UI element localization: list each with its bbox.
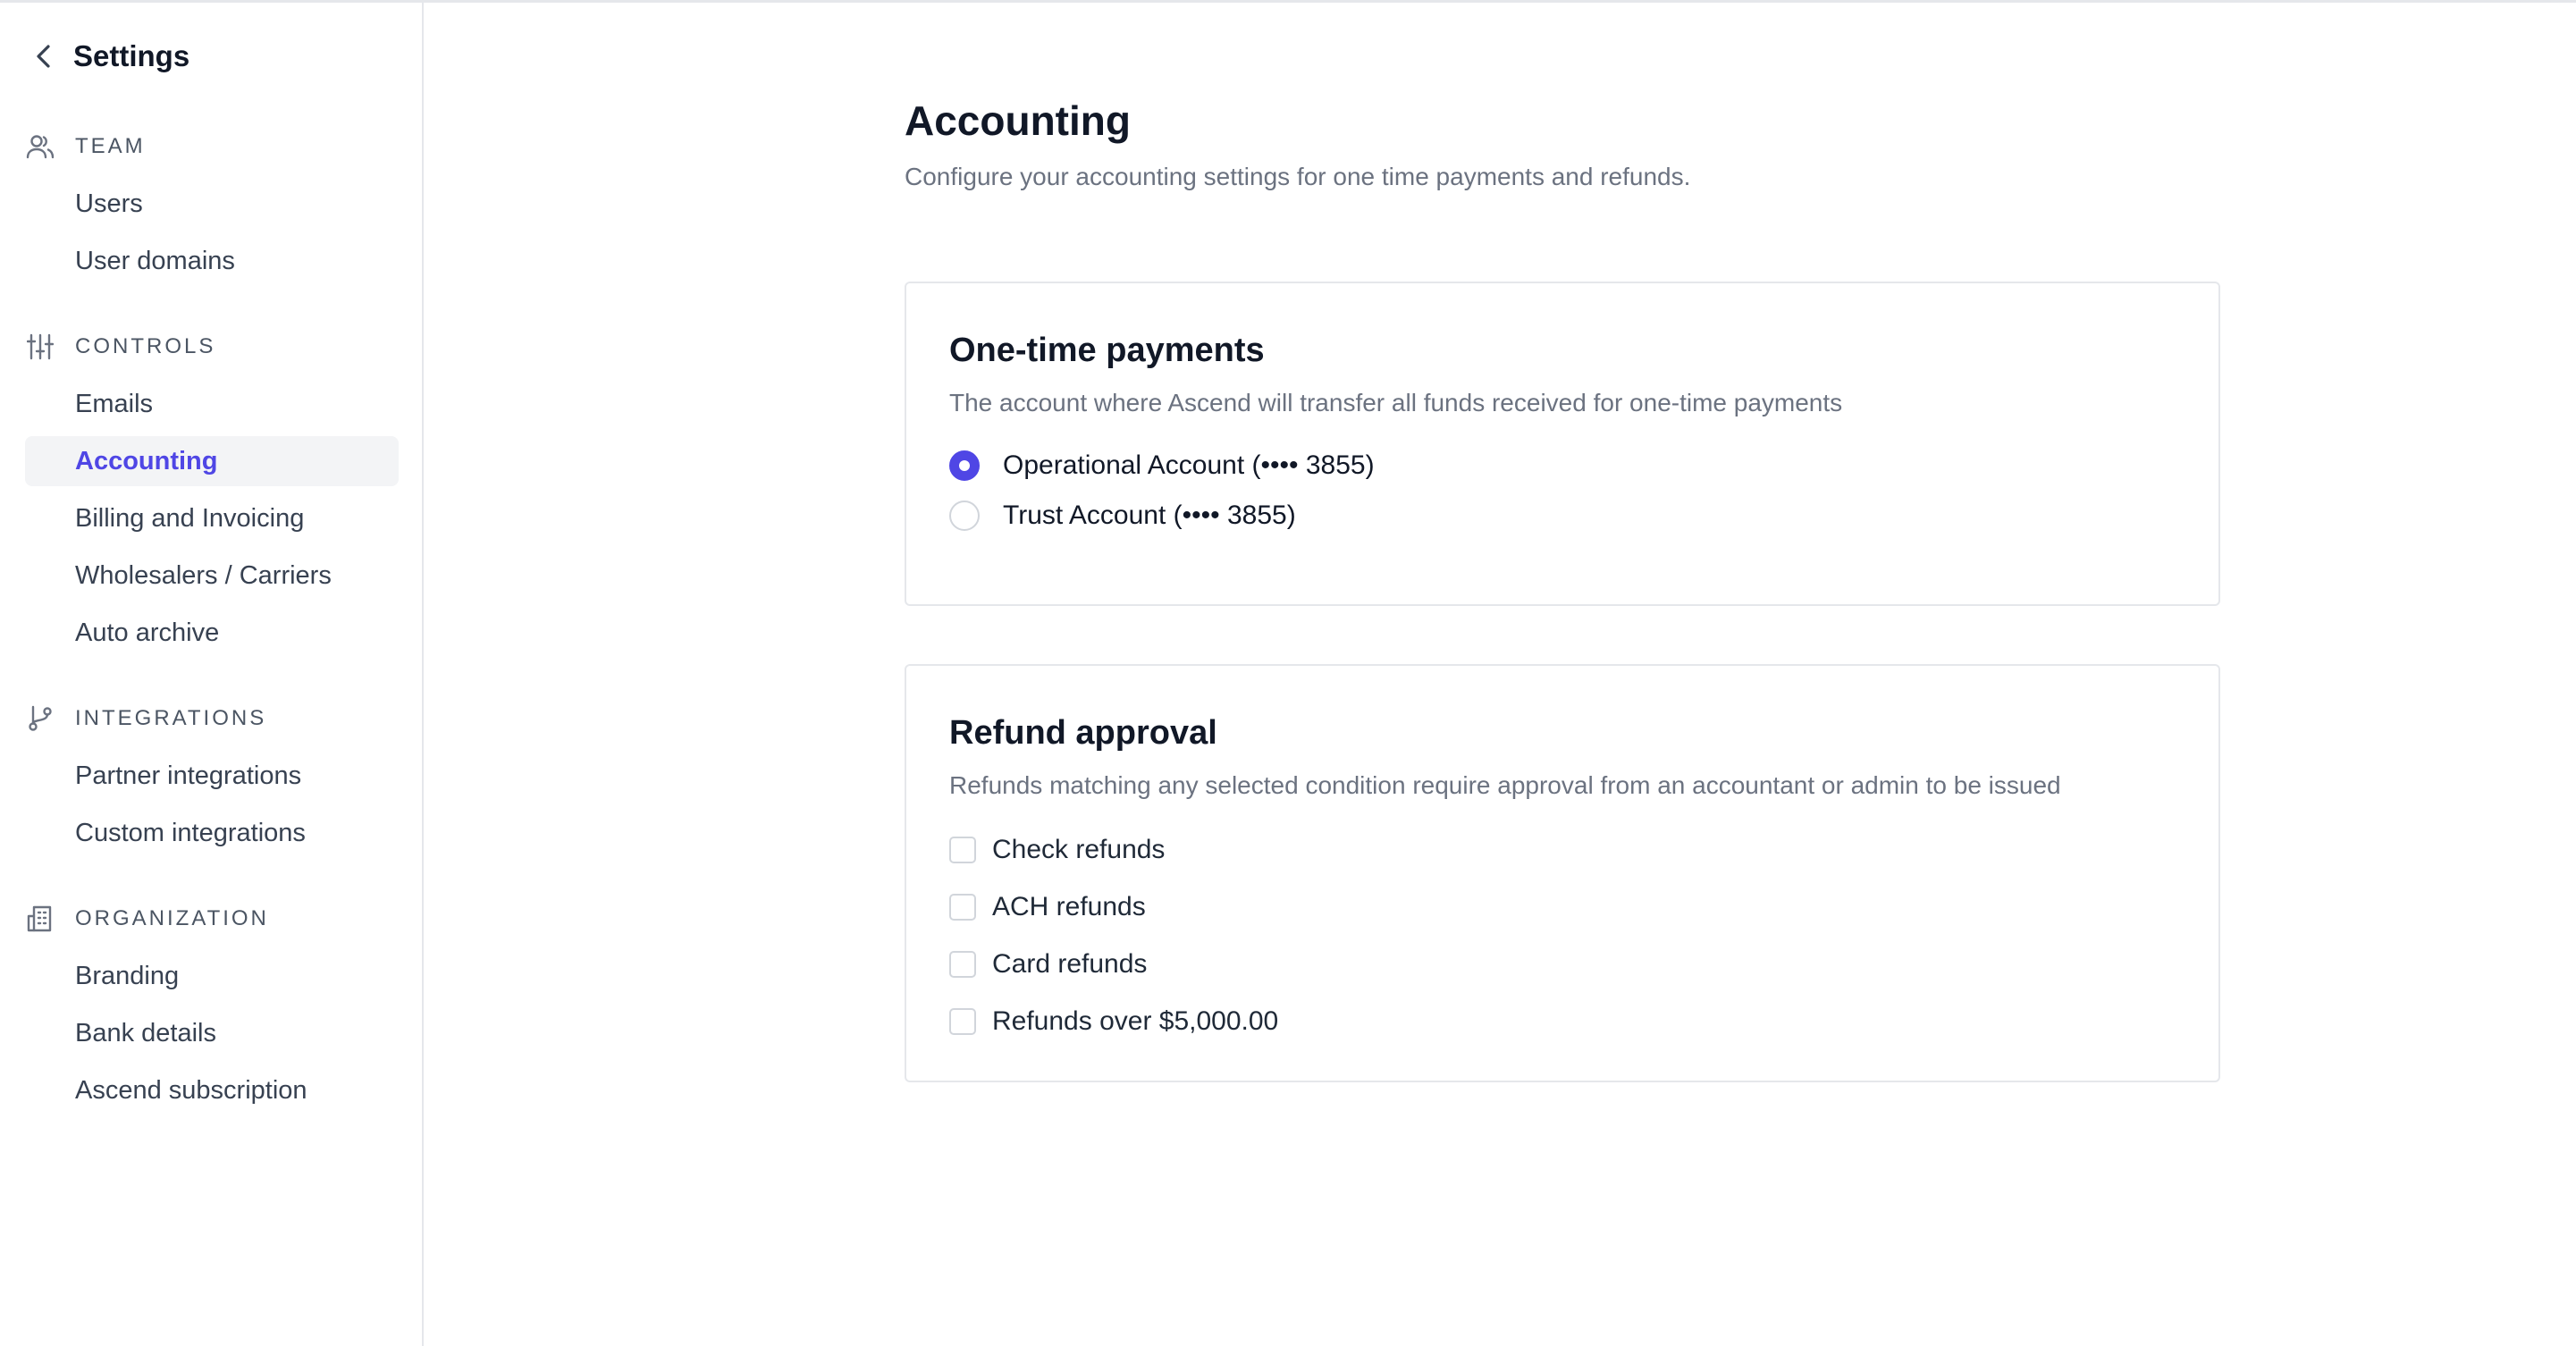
radio-label: Operational Account (•••• 3855): [1003, 450, 1375, 480]
checkbox-row-ach-refunds[interactable]: ACH refunds: [949, 892, 1146, 922]
checkbox[interactable]: [949, 951, 976, 978]
checkbox-row-refunds-over-amount[interactable]: Refunds over $5,000.00: [949, 1006, 1278, 1037]
sidebar-item-emails[interactable]: Emails: [25, 379, 399, 429]
sidebar-item-auto-archive[interactable]: Auto archive: [25, 608, 399, 658]
section-controls: CONTROLS Emails Accounting Billing and I…: [25, 329, 399, 665]
radio-label: Trust Account (•••• 3855): [1003, 501, 1296, 530]
sidebar-item-accounting[interactable]: Accounting: [25, 436, 399, 486]
sidebar-item-wholesalers-carriers[interactable]: Wholesalers / Carriers: [25, 551, 399, 601]
chevron-left-icon[interactable]: [29, 41, 59, 72]
one-time-payments-title: One-time payments: [949, 332, 1265, 369]
section-label-integrations: INTEGRATIONS: [75, 706, 267, 730]
page-subtitle: Configure your accounting settings for o…: [905, 163, 1691, 190]
section-organization: ORGANIZATION Branding Bank details Ascen…: [25, 901, 399, 1123]
radio-button[interactable]: [949, 501, 980, 531]
sidebar-title: Settings: [73, 39, 190, 72]
sidebar-item-bank-details[interactable]: Bank details: [25, 1008, 399, 1058]
radio-option-trust-account[interactable]: Trust Account (•••• 3855): [949, 501, 1296, 531]
sidebar-item-partner-integrations[interactable]: Partner integrations: [25, 751, 399, 801]
checkbox-row-card-refunds[interactable]: Card refunds: [949, 949, 1147, 980]
building-icon: [25, 904, 55, 934]
git-branch-icon: [25, 703, 55, 734]
checkbox[interactable]: [949, 837, 976, 863]
checkbox-label: Card refunds: [992, 949, 1148, 979]
users-icon: [25, 131, 55, 162]
radio-button-checked[interactable]: [949, 450, 980, 481]
section-integrations: INTEGRATIONS Partner integrations Custom…: [25, 701, 399, 865]
sidebar-item-billing-and-invoicing[interactable]: Billing and Invoicing: [25, 493, 399, 543]
settings-sidebar: Settings TEAM Users User domains CONTROL…: [0, 3, 424, 1346]
radio-option-operational-account[interactable]: Operational Account (•••• 3855): [949, 450, 1375, 481]
checkbox[interactable]: [949, 1008, 976, 1035]
section-label-controls: CONTROLS: [75, 334, 216, 358]
section-label-team: TEAM: [75, 134, 146, 158]
refund-approval-title: Refund approval: [949, 714, 1217, 752]
one-time-payments-description: The account where Ascend will transfer a…: [949, 389, 1843, 416]
sidebar-item-user-domains[interactable]: User domains: [25, 236, 399, 286]
checkbox-label: Check refunds: [992, 835, 1166, 864]
section-label-organization: ORGANIZATION: [75, 906, 269, 930]
sidebar-item-users[interactable]: Users: [25, 179, 399, 229]
page-title: Accounting: [905, 97, 1131, 144]
checkbox-row-check-refunds[interactable]: Check refunds: [949, 835, 1165, 865]
sidebar-item-ascend-subscription[interactable]: Ascend subscription: [25, 1065, 399, 1115]
refund-approval-card: Refund approval Refunds matching any sel…: [905, 664, 2220, 1082]
checkbox-label: Refunds over $5,000.00: [992, 1006, 1279, 1036]
section-team: TEAM Users User domains: [25, 129, 399, 293]
sliders-icon: [25, 332, 55, 362]
sidebar-item-custom-integrations[interactable]: Custom integrations: [25, 808, 399, 858]
sidebar-item-branding[interactable]: Branding: [25, 951, 399, 1001]
checkbox-label: ACH refunds: [992, 892, 1146, 921]
refund-approval-description: Refunds matching any selected condition …: [949, 771, 2061, 799]
one-time-payments-card: One-time payments The account where Asce…: [905, 282, 2220, 606]
checkbox[interactable]: [949, 894, 976, 921]
sidebar-header: Settings: [29, 35, 189, 78]
